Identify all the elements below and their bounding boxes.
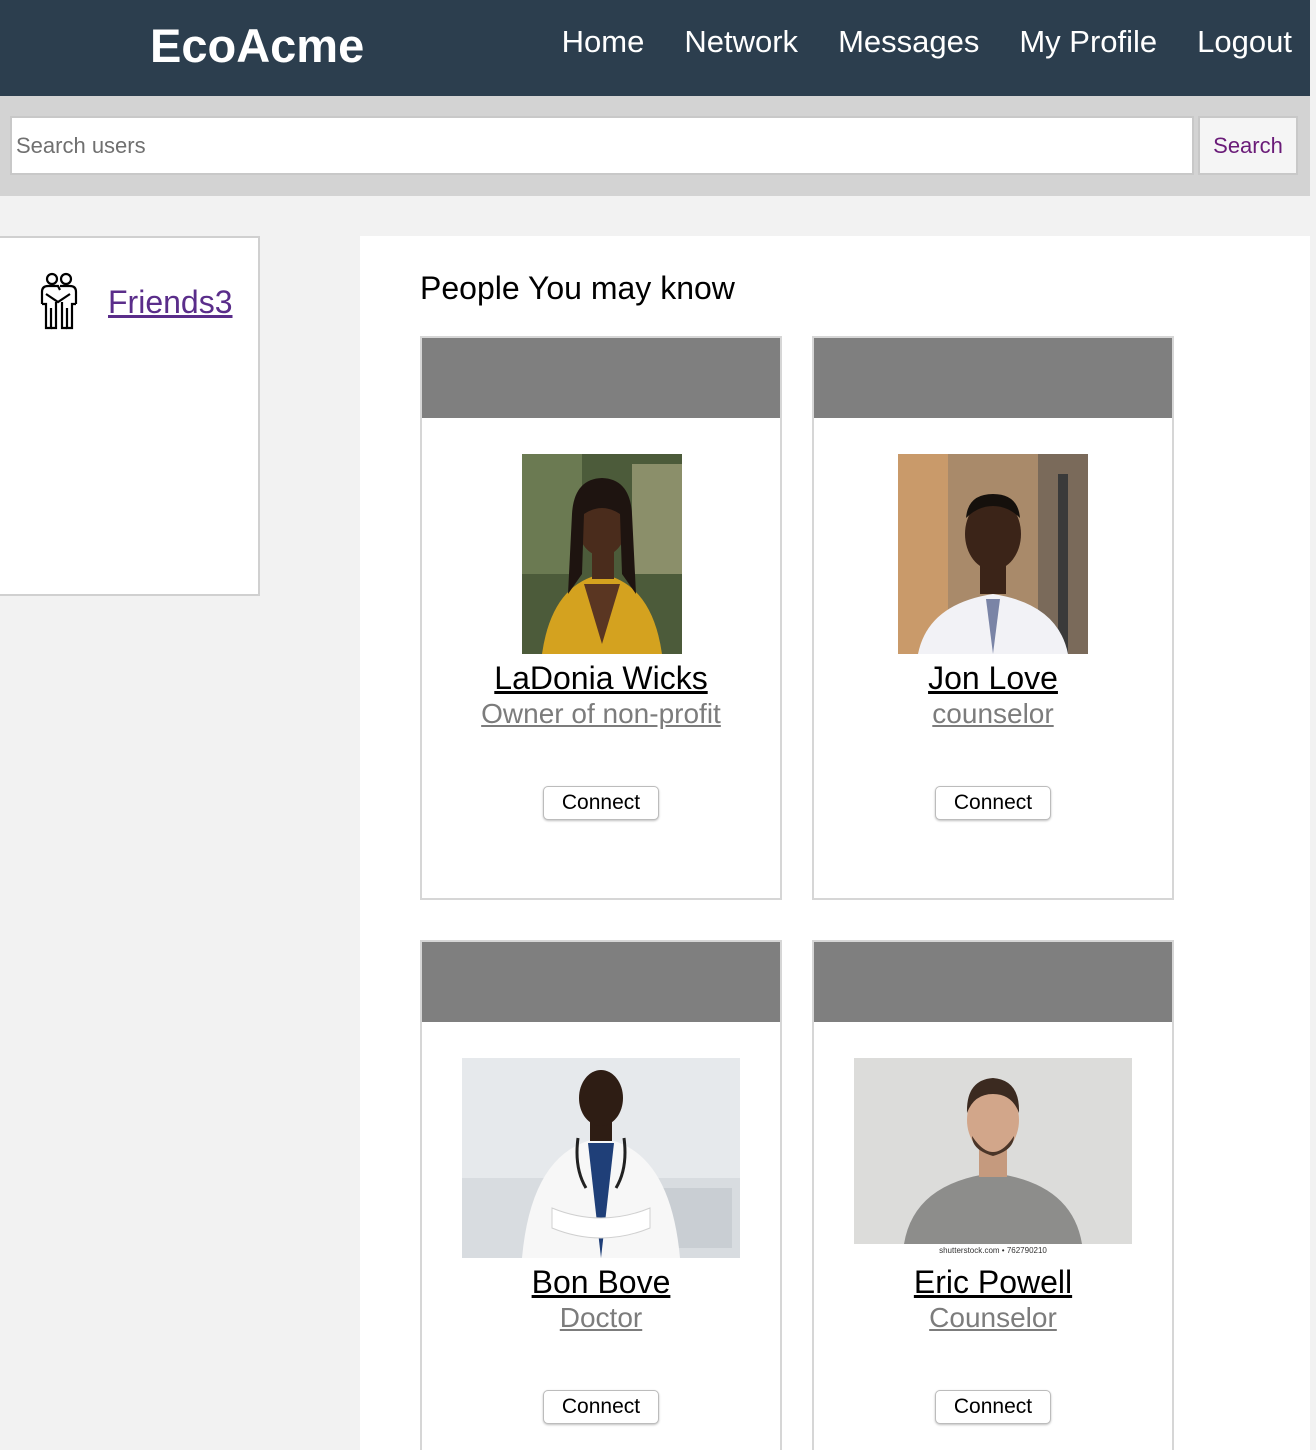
card-banner [422,338,780,418]
person-card: LaDonia Wicks Owner of non-profit Connec… [420,336,782,900]
section-title: People You may know [420,270,735,306]
photo-credit: shutterstock.com • 762790210 [939,1246,1047,1255]
nav-link-messages[interactable]: Messages [838,24,979,60]
person-title[interactable]: Counselor [814,1302,1172,1334]
connect-button[interactable]: Connect [543,786,659,820]
friends-icon [40,272,78,330]
person-card: Jon Love counselor Connect [812,336,1174,900]
nav-link-home[interactable]: Home [562,24,645,60]
nav-link-logout[interactable]: Logout [1197,24,1292,60]
person-card: shutterstock.com • 762790210 Eric Powell… [812,940,1174,1450]
card-banner [814,942,1172,1022]
nav-link-network[interactable]: Network [684,24,798,60]
nav-link-my-profile[interactable]: My Profile [1019,24,1157,60]
connect-button[interactable]: Connect [935,786,1051,820]
top-navbar: EcoAcme Home Network Messages My Profile… [0,0,1310,96]
person-title[interactable]: counselor [814,698,1172,730]
search-input[interactable] [10,116,1194,175]
person-card: Bon Bove Doctor Connect [420,940,782,1450]
person-name[interactable]: Eric Powell [814,1264,1172,1301]
profile-photo[interactable]: shutterstock.com • 762790210 [854,1058,1132,1255]
profile-photo[interactable] [522,454,682,654]
brand-logo[interactable]: EcoAcme [150,18,364,73]
card-banner [422,942,780,1022]
friends-link[interactable]: Friends3 [108,284,233,321]
search-button[interactable]: Search [1198,116,1298,175]
profile-photo[interactable] [462,1058,740,1258]
person-name[interactable]: Bon Bove [422,1264,780,1301]
card-banner [814,338,1172,418]
search-bar: Search [0,96,1310,196]
person-title[interactable]: Owner of non-profit [422,698,780,730]
person-name[interactable]: LaDonia Wicks [422,660,780,697]
connect-button[interactable]: Connect [543,1390,659,1424]
person-title[interactable]: Doctor [422,1302,780,1334]
sidebar: Friends3 [0,236,260,596]
profile-photo[interactable] [898,454,1088,654]
person-name[interactable]: Jon Love [814,660,1172,697]
nav-links: Home Network Messages My Profile Logout [522,24,1292,60]
main-content: People You may know LaDonia Wicks Owner … [360,236,1310,1450]
connect-button[interactable]: Connect [935,1390,1051,1424]
